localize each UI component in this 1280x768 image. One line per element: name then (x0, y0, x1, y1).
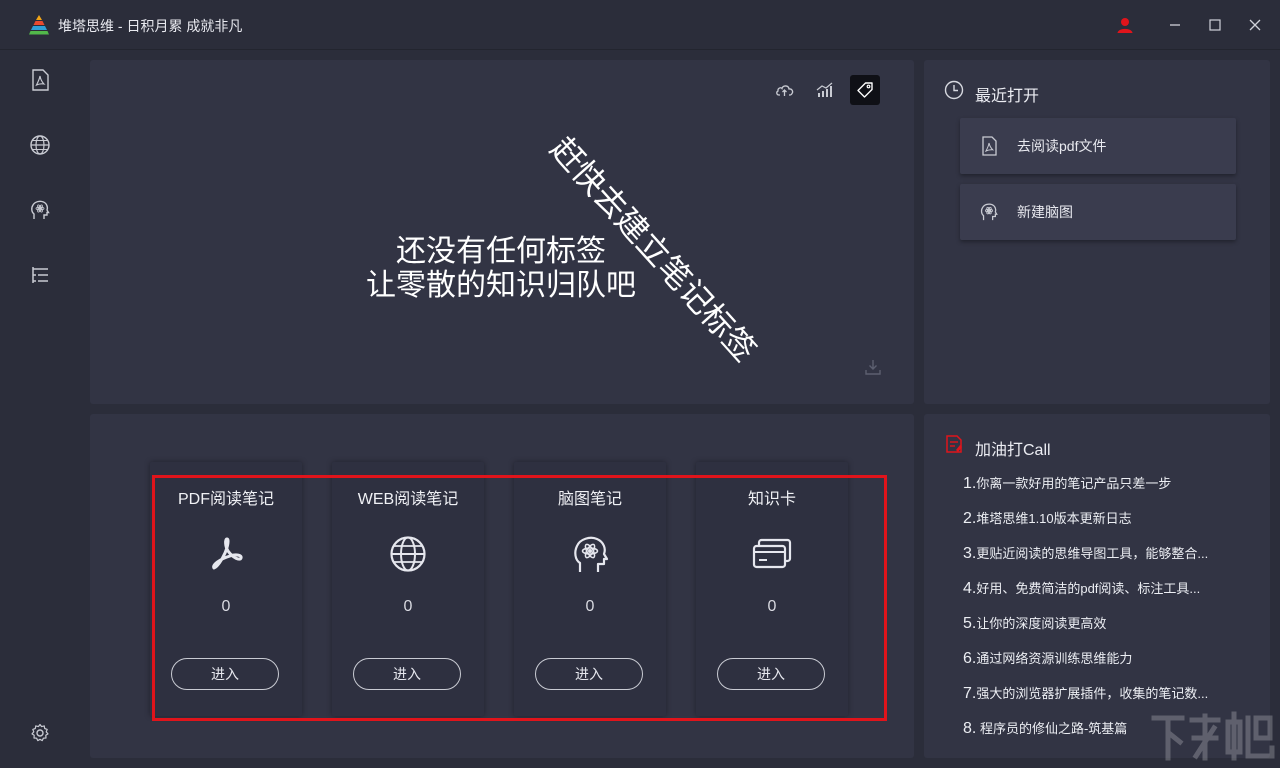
settings-button[interactable] (28, 721, 52, 745)
card-title: 知识卡 (747, 491, 796, 508)
card-count: 0 (585, 598, 595, 615)
download-button[interactable] (858, 352, 888, 382)
stats-button[interactable] (810, 75, 840, 105)
recent-item-read-pdf[interactable]: 去阅读pdf文件 (960, 118, 1236, 174)
minimize-icon[interactable] (1164, 14, 1186, 36)
news-item[interactable]: 2.堆塔思维1.10版本更新日志 (963, 508, 1253, 528)
enter-button[interactable]: 进入 (535, 658, 643, 690)
maximize-icon[interactable] (1204, 14, 1226, 36)
card-title: 脑图笔记 (557, 491, 622, 508)
news-title: 加油打Call (975, 442, 1051, 459)
gear-icon (31, 723, 49, 742)
sidebar-item-mindmap[interactable] (28, 198, 52, 222)
news-icon (946, 435, 962, 453)
card-count: 0 (403, 598, 413, 615)
news-item[interactable]: 5.让你的深度阅读更高效 (963, 613, 1253, 633)
enter-button[interactable]: 进入 (353, 658, 461, 690)
sidebar-item-web[interactable] (28, 133, 52, 157)
brain-icon (31, 200, 50, 219)
close-icon[interactable] (1244, 14, 1266, 36)
enter-button[interactable]: 进入 (171, 658, 279, 690)
brain-icon (979, 202, 999, 222)
recent-item-label: 去阅读pdf文件 (1017, 138, 1107, 154)
title-bar: 堆塔思维 - 日积月累 成就非凡 (0, 0, 1280, 50)
globe-icon (388, 534, 428, 574)
pdf-icon (32, 69, 49, 91)
empty-tags-line2: 让零散的知识归队吧 (366, 269, 636, 302)
card-web-notes: WEB阅读笔记 0 进入 (332, 462, 484, 716)
cloud-upload-button[interactable] (770, 75, 800, 105)
pdf-icon (979, 136, 999, 156)
brain-icon (570, 534, 610, 574)
app-title: 堆塔思维 - 日积月累 成就非凡 (58, 18, 243, 34)
sidebar-item-pdf[interactable] (28, 68, 52, 92)
app-logo (29, 15, 49, 35)
download-icon (865, 360, 881, 375)
sidebar (0, 51, 80, 768)
card-knowledge-cards: 知识卡 0 进入 (696, 462, 848, 716)
watermark-logo (1151, 711, 1275, 761)
card-count: 0 (221, 598, 231, 615)
news-item[interactable]: 7.强大的浏览器扩展插件，收集的笔记数... (963, 683, 1253, 703)
globe-icon (30, 135, 50, 155)
recent-title: 最近打开 (975, 88, 1040, 105)
card-pdf-notes: PDF阅读笔记 0 进入 (150, 462, 302, 716)
news-item[interactable]: 3.更贴近阅读的思维导图工具，能够整合... (963, 543, 1253, 563)
clock-icon (944, 80, 964, 100)
card-count: 0 (767, 598, 777, 615)
recent-item-new-mindmap[interactable]: 新建脑图 (960, 184, 1236, 240)
card-title: PDF阅读笔记 (177, 491, 274, 508)
chart-icon (816, 82, 833, 97)
news-item[interactable]: 4.好用、免费简洁的pdf阅读、标注工具... (963, 578, 1253, 598)
tag-icon (857, 82, 873, 98)
sidebar-item-list[interactable] (28, 263, 52, 287)
acrobat-icon (206, 534, 246, 574)
card-icon (752, 534, 792, 574)
news-item[interactable]: 1.你离一款好用的笔记产品只差一步 (963, 473, 1253, 493)
user-icon[interactable] (1114, 14, 1136, 36)
cloud-upload-icon (776, 85, 794, 96)
recent-item-label: 新建脑图 (1017, 204, 1073, 220)
tag-button[interactable] (850, 75, 880, 105)
tag-panel: 还没有任何标签 让零散的知识归队吧 赶快去建立笔记标签 (90, 60, 914, 404)
card-mindmap-notes: 脑图笔记 0 进入 (514, 462, 666, 716)
card-title: WEB阅读笔记 (357, 491, 459, 508)
list-icon (32, 267, 48, 283)
news-item[interactable]: 6.通过网络资源训练思维能力 (963, 648, 1253, 668)
enter-button[interactable]: 进入 (717, 658, 825, 690)
